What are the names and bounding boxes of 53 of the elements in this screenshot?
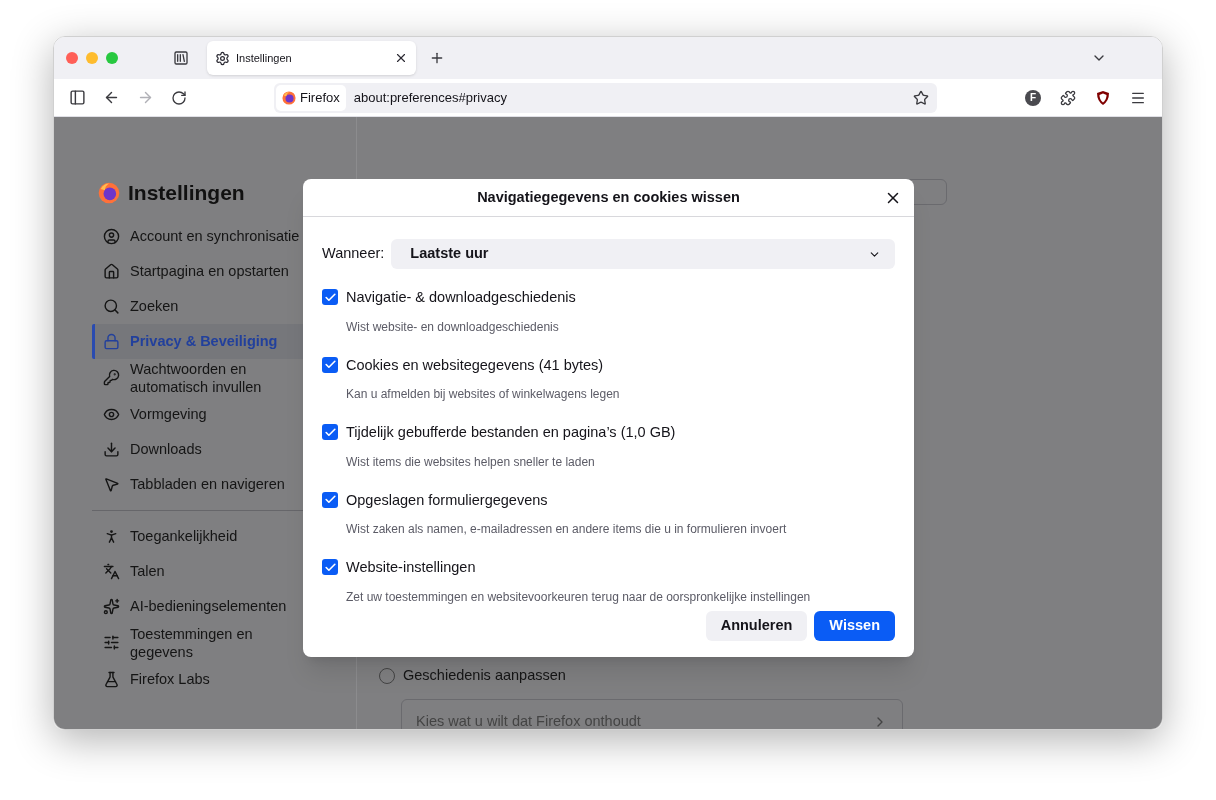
download-icon — [103, 440, 120, 458]
option-label: Opgeslagen formuliergegevens — [346, 490, 549, 510]
checkbox[interactable] — [322, 289, 338, 305]
option-description: Wist zaken als namen, e-mailadressen en andere items die u in formulieren invoert — [346, 521, 787, 539]
option-description: Kan u afmelden bij websites of winkelwagens legen — [346, 386, 620, 404]
key-icon — [103, 369, 120, 386]
radio-label: Geschiedenis aanpassen — [403, 666, 566, 686]
close-tab-icon[interactable] — [394, 51, 408, 65]
history-settings-row[interactable]: Kies wat u wilt dat Firefox onthoudt — [401, 699, 903, 729]
flask-icon — [103, 670, 120, 688]
when-label: Wanneer: — [322, 244, 385, 264]
settings-icon — [215, 50, 230, 66]
reload-icon[interactable] — [171, 89, 187, 106]
translate-icon — [103, 562, 120, 580]
back-icon[interactable] — [103, 89, 120, 106]
close-window-icon[interactable] — [66, 52, 78, 64]
tab-list-icon[interactable] — [173, 50, 189, 66]
sidebar-item[interactable]: Firefox Labs — [92, 661, 356, 697]
option-label: Website-instellingen — [346, 558, 477, 577]
time-range-dropdown[interactable]: Laatste uur — [391, 239, 895, 269]
option-description: Zet uw toestemmingen en websitevoorkeuren terug naar de oorspronkelijke instellingen — [346, 588, 811, 606]
tab-title: Instellingen — [236, 50, 293, 66]
checkbox[interactable] — [322, 356, 338, 373]
cancel-button[interactable]: Annuleren — [705, 610, 808, 641]
extensions-icon[interactable] — [1060, 89, 1076, 106]
sparkle-icon — [103, 597, 120, 615]
checkbox[interactable] — [322, 491, 338, 508]
url-text: about:preferences#privacy — [353, 88, 508, 107]
sidebar-icon[interactable] — [69, 89, 86, 106]
home-icon — [103, 262, 120, 280]
bookmark-star-icon[interactable] — [913, 89, 929, 106]
browser-tab[interactable]: Instellingen — [207, 41, 416, 75]
settings-logo-icon — [98, 181, 120, 204]
search-icon — [103, 297, 120, 315]
option-label: Tijdelijk gebufferde bestanden en pagina’s (1,0 GB) — [346, 423, 676, 442]
shield-icon[interactable] — [1095, 89, 1111, 106]
confirm-button[interactable]: Wissen — [814, 610, 895, 641]
new-tab-icon[interactable] — [429, 50, 445, 66]
dialog-title: Navigatiegegevens en cookies wissen — [477, 187, 740, 207]
sliders-icon — [103, 634, 120, 651]
lock-icon — [103, 332, 120, 350]
sidebar-item[interactable]: Toestemmingen en gegevens — [92, 623, 356, 662]
address-bar[interactable]: Firefox about:preferences#privacy — [274, 82, 937, 113]
sidebar-title: Instellingen — [128, 180, 245, 206]
account-avatar[interactable]: F — [1025, 89, 1041, 106]
firefox-logo-icon — [282, 90, 296, 105]
checkbox[interactable] — [322, 559, 338, 575]
checkbox[interactable] — [322, 424, 338, 440]
account-icon — [103, 227, 120, 245]
pointer-icon — [103, 475, 120, 493]
option-label: Navigatie- & downloadgeschiedenis — [346, 288, 576, 307]
option-description: Wist items die websites helpen sneller te laden — [346, 453, 596, 471]
identity-chip[interactable]: Firefox — [276, 84, 346, 111]
